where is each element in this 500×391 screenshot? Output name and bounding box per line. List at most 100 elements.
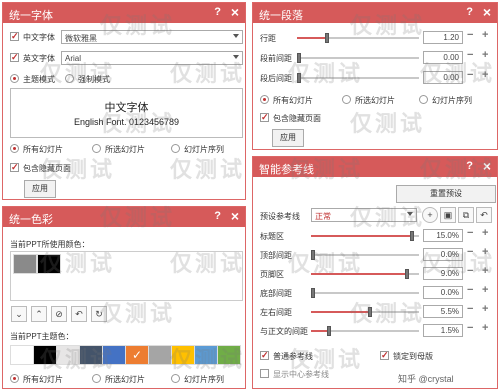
close-icon[interactable]: × bbox=[483, 4, 491, 20]
undo-icon[interactable]: ↶ bbox=[476, 207, 492, 223]
reset-preset-button[interactable]: 重置预设 bbox=[396, 185, 496, 203]
minus-icon[interactable]: − bbox=[467, 265, 473, 277]
help-icon[interactable]: ? bbox=[466, 6, 473, 18]
mode-theme-radio[interactable] bbox=[10, 74, 19, 83]
font-preview-box: 中文字体 English Font. 0123456789 bbox=[10, 88, 243, 138]
copy-icon[interactable]: ⧉ bbox=[458, 207, 474, 223]
plus-icon[interactable]: + bbox=[482, 29, 488, 41]
cn-font-checkbox[interactable]: ✓ bbox=[10, 32, 19, 41]
scope-sequence-radio[interactable] bbox=[419, 95, 428, 104]
minus-icon[interactable]: − bbox=[467, 246, 473, 258]
undo-icon[interactable]: ↶ bbox=[71, 306, 87, 322]
cn-font-select[interactable]: 微软雅黑 bbox=[61, 30, 243, 44]
theme-color-swatch-10[interactable] bbox=[217, 345, 241, 365]
guide-row-value-input[interactable]: 0.0% bbox=[423, 286, 463, 299]
guide-row-slider[interactable] bbox=[311, 292, 419, 294]
minus-icon[interactable]: − bbox=[467, 303, 473, 315]
include-hidden-checkbox[interactable]: ✓ bbox=[260, 113, 269, 122]
theme-color-swatch-4[interactable] bbox=[79, 345, 103, 365]
en-font-checkbox[interactable]: ✓ bbox=[10, 53, 19, 62]
scope-all-radio[interactable] bbox=[260, 95, 269, 104]
minus-icon[interactable]: − bbox=[467, 49, 473, 61]
help-icon[interactable]: ? bbox=[214, 210, 221, 222]
help-icon[interactable]: ? bbox=[466, 160, 473, 172]
chevron-double-up-icon[interactable]: ⌃ bbox=[31, 306, 47, 322]
close-icon[interactable]: × bbox=[231, 208, 239, 224]
include-hidden-checkbox[interactable]: ✓ bbox=[10, 163, 19, 172]
scope-all-radio[interactable] bbox=[10, 144, 19, 153]
close-icon[interactable]: × bbox=[483, 158, 491, 174]
lock-master-label: 锁定到母版 bbox=[393, 352, 433, 361]
used-color-swatch-2[interactable] bbox=[37, 254, 61, 274]
normal-guides-checkbox[interactable]: ✓ bbox=[260, 351, 269, 360]
theme-color-swatch-2[interactable] bbox=[33, 345, 57, 365]
guide-row-slider[interactable] bbox=[311, 254, 419, 256]
guide-row-value-input[interactable]: 15.0% bbox=[423, 229, 463, 242]
guide-row-value-input[interactable]: 9.0% bbox=[423, 267, 463, 280]
add-preset-icon[interactable]: + bbox=[422, 207, 438, 223]
en-font-select[interactable]: Arial bbox=[61, 51, 243, 65]
no-color-icon[interactable]: ⊘ bbox=[51, 306, 67, 322]
plus-icon[interactable]: + bbox=[482, 246, 488, 258]
guide-row-slider-thumb[interactable] bbox=[327, 326, 331, 336]
guide-row-slider-thumb[interactable] bbox=[405, 269, 409, 279]
plus-icon[interactable]: + bbox=[482, 265, 488, 277]
space-after-thumb[interactable] bbox=[297, 73, 301, 83]
space-after-slider[interactable] bbox=[297, 77, 419, 79]
used-color-swatch-1[interactable] bbox=[13, 254, 37, 274]
guide-row-value-input[interactable]: 5.5% bbox=[423, 305, 463, 318]
guide-row-slider-thumb[interactable] bbox=[311, 250, 315, 260]
mode-force-radio[interactable] bbox=[65, 74, 74, 83]
cn-font-label: 中文字体 bbox=[23, 33, 55, 42]
guide-row-label: 顶部间距 bbox=[260, 251, 292, 260]
plus-icon[interactable]: + bbox=[482, 303, 488, 315]
plus-icon[interactable]: + bbox=[482, 227, 488, 239]
guide-row-slider-thumb[interactable] bbox=[410, 231, 414, 241]
guide-row-slider-thumb[interactable] bbox=[368, 307, 372, 317]
preset-select[interactable]: 正常 bbox=[311, 208, 417, 222]
space-after-input[interactable]: 0.00 bbox=[423, 71, 463, 84]
minus-icon[interactable]: − bbox=[467, 29, 473, 41]
theme-color-swatch-6[interactable]: ✓ bbox=[125, 345, 149, 365]
scope-selected-radio[interactable] bbox=[92, 374, 101, 383]
space-before-input[interactable]: 0.00 bbox=[423, 51, 463, 64]
mode-force-label: 强制模式 bbox=[78, 75, 110, 84]
theme-color-swatch-7[interactable] bbox=[148, 345, 172, 365]
minus-icon[interactable]: − bbox=[467, 69, 473, 81]
scope-selected-radio[interactable] bbox=[342, 95, 351, 104]
theme-color-swatch-8[interactable] bbox=[171, 345, 195, 365]
theme-color-swatch-1[interactable] bbox=[10, 345, 34, 365]
chevron-double-down-icon[interactable]: ⌄ bbox=[11, 306, 27, 322]
scope-sequence-radio[interactable] bbox=[171, 144, 180, 153]
plus-icon[interactable]: + bbox=[482, 49, 488, 61]
space-before-thumb[interactable] bbox=[297, 53, 301, 63]
minus-icon[interactable]: − bbox=[467, 284, 473, 296]
guide-row-value-input[interactable]: 0.0% bbox=[423, 248, 463, 261]
close-icon[interactable]: × bbox=[231, 4, 239, 20]
show-center-checkbox[interactable] bbox=[260, 369, 269, 378]
line-spacing-input[interactable]: 1.20 bbox=[423, 31, 463, 44]
refresh-icon[interactable]: ↻ bbox=[91, 306, 107, 322]
minus-icon[interactable]: − bbox=[467, 322, 473, 334]
plus-icon[interactable]: + bbox=[482, 284, 488, 296]
preview-en-text: English Font. 0123456789 bbox=[73, 117, 180, 127]
space-before-slider[interactable] bbox=[297, 57, 419, 59]
plus-icon[interactable]: + bbox=[482, 322, 488, 334]
save-icon[interactable]: ▣ bbox=[440, 207, 456, 223]
lock-master-checkbox[interactable]: ✓ bbox=[380, 351, 389, 360]
guide-row-value-input[interactable]: 1.5% bbox=[423, 324, 463, 337]
help-icon[interactable]: ? bbox=[214, 6, 221, 18]
scope-sequence-radio[interactable] bbox=[171, 374, 180, 383]
theme-color-swatch-3[interactable] bbox=[56, 345, 80, 365]
scope-all-radio[interactable] bbox=[10, 374, 19, 383]
theme-color-swatch-5[interactable] bbox=[102, 345, 126, 365]
guide-row-slider-thumb[interactable] bbox=[311, 288, 315, 298]
plus-icon[interactable]: + bbox=[482, 69, 488, 81]
scope-selected-radio[interactable] bbox=[92, 144, 101, 153]
line-spacing-thumb[interactable] bbox=[325, 33, 329, 43]
minus-icon[interactable]: − bbox=[467, 227, 473, 239]
theme-color-swatch-9[interactable] bbox=[194, 345, 218, 365]
apply-button[interactable]: 应用 bbox=[24, 180, 56, 198]
apply-button[interactable]: 应用 bbox=[272, 129, 304, 147]
scope-sequence-label: 幻灯片序列 bbox=[184, 375, 224, 384]
